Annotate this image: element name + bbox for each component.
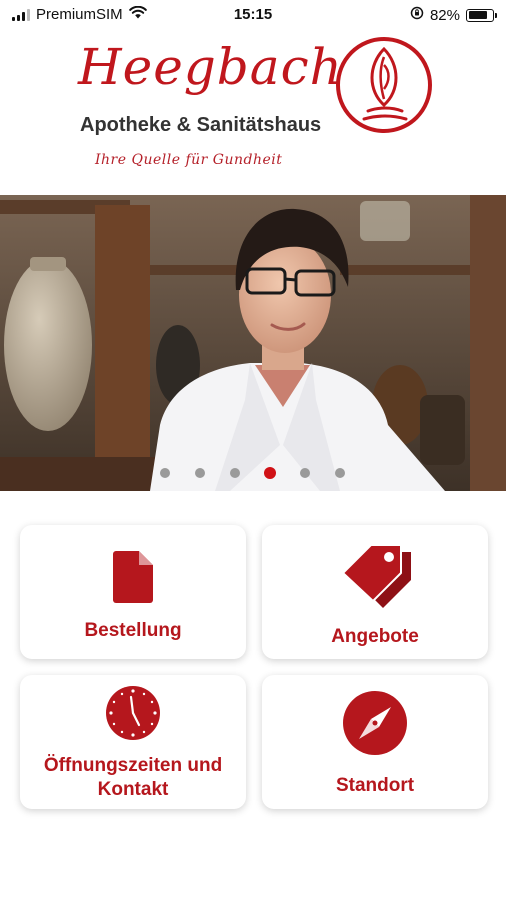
carousel-dot[interactable] — [230, 468, 240, 478]
compass-icon — [262, 690, 488, 756]
tags-icon — [262, 543, 488, 611]
clock-icon — [20, 685, 246, 741]
standort-button[interactable]: Standort — [262, 675, 488, 809]
app-header: Heegbach Apotheke & Sanitätshaus Ihre Qu… — [0, 30, 506, 195]
brand-slogan: Ihre Quelle für Gundheit — [95, 152, 283, 168]
brand-subtitle: Apotheke & Sanitätshaus — [80, 114, 322, 136]
pharmacy-logo-icon — [334, 35, 434, 135]
standort-label: Standort — [335, 775, 415, 796]
carousel-indicator[interactable] — [160, 467, 360, 481]
angebote-button[interactable]: Angebote — [262, 525, 488, 659]
carousel-dot[interactable] — [160, 468, 170, 478]
brand-name: Heegbach — [78, 38, 343, 96]
battery-percent: 82% — [429, 6, 460, 24]
hero-carousel[interactable] — [0, 195, 506, 491]
carousel-dot[interactable] — [335, 468, 345, 478]
carousel-dot[interactable] — [300, 468, 310, 478]
document-icon — [20, 550, 246, 604]
oeffnungszeiten-kontakt-label: Öffnungszeiten und Kontakt — [43, 755, 223, 800]
status-bar-right: 82% — [410, 6, 497, 24]
orientation-lock-icon — [410, 6, 424, 24]
carousel-dot[interactable] — [264, 467, 276, 479]
angebote-label: Angebote — [331, 626, 419, 647]
oeffnungszeiten-kontakt-button[interactable]: Öffnungszeiten und Kontakt — [20, 675, 246, 809]
bestellung-label: Bestellung — [84, 620, 182, 641]
status-bar: PremiumSIM 15:15 82% — [0, 0, 506, 30]
battery-icon — [466, 8, 497, 22]
main-menu-grid: Bestellung Angebote Öffnungszeiten und K… — [20, 525, 488, 810]
bestellung-button[interactable]: Bestellung — [20, 525, 246, 659]
carousel-dot[interactable] — [195, 468, 205, 478]
hero-photo — [0, 195, 506, 491]
battery-level — [468, 11, 488, 19]
